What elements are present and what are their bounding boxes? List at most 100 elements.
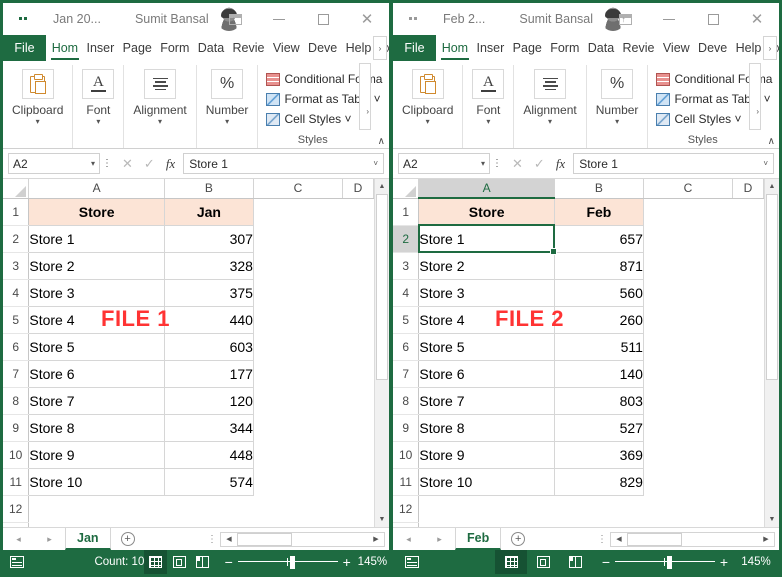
- row-header-12[interactable]: 12: [393, 495, 419, 522]
- column-header-d[interactable]: D: [342, 179, 373, 198]
- cell-c13[interactable]: [643, 522, 732, 527]
- column-header-a[interactable]: A: [29, 179, 165, 198]
- workbook-statistics-icon[interactable]: [3, 556, 30, 568]
- row-header-6[interactable]: 6: [3, 333, 29, 360]
- cell-c12[interactable]: [643, 495, 732, 522]
- chevron-down-icon[interactable]: ▾: [36, 118, 40, 126]
- grid[interactable]: A B C D 1 Store Feb 2 Store 1: [393, 179, 764, 527]
- cell-d12[interactable]: [342, 495, 373, 522]
- horizontal-scrollbar[interactable]: ◀ ▶: [220, 532, 385, 547]
- ribbon-group-number[interactable]: % Number ▾: [587, 65, 649, 148]
- tab-file[interactable]: File: [393, 35, 436, 61]
- cell-b7[interactable]: 140: [554, 360, 643, 387]
- row-header-8[interactable]: 8: [393, 387, 419, 414]
- zoom-level[interactable]: 145%: [733, 556, 779, 568]
- cell-a5[interactable]: Store 4: [419, 306, 555, 333]
- ribbon-scrollbar[interactable]: [359, 63, 371, 130]
- cell-c2[interactable]: [253, 225, 342, 252]
- sheet-tab-jan[interactable]: Jan: [65, 528, 111, 550]
- tab-data[interactable]: Data: [195, 35, 227, 61]
- ribbon-display-options-icon[interactable]: [213, 3, 257, 35]
- tab-home[interactable]: Hom: [439, 35, 471, 61]
- row-header-3[interactable]: 3: [3, 252, 29, 279]
- chevron-down-icon[interactable]: ▾: [615, 118, 619, 126]
- cell-d1[interactable]: [342, 198, 373, 225]
- cell-a1[interactable]: Store: [419, 198, 555, 225]
- row-header-11[interactable]: 11: [3, 468, 29, 495]
- cell-c11[interactable]: [253, 468, 342, 495]
- row-header-10[interactable]: 10: [393, 441, 419, 468]
- column-header-a[interactable]: A: [419, 179, 555, 198]
- split-handle-icon[interactable]: ⋮: [594, 534, 610, 545]
- cell-c10[interactable]: [643, 441, 732, 468]
- scroll-up-button[interactable]: ▲: [765, 179, 779, 194]
- cell-c5[interactable]: [643, 306, 732, 333]
- cell-c2[interactable]: [643, 225, 732, 252]
- cell-d8[interactable]: [732, 387, 763, 414]
- chevron-down-icon[interactable]: ▾: [548, 118, 552, 126]
- enter-icon[interactable]: ✓: [144, 156, 155, 172]
- collapse-ribbon-icon[interactable]: ∧: [768, 136, 775, 147]
- row-header-2[interactable]: 2: [393, 225, 419, 252]
- ribbon-group-font[interactable]: A Font ▾: [463, 65, 514, 148]
- zoom-slider-thumb[interactable]: [290, 556, 295, 569]
- row-header-9[interactable]: 9: [393, 414, 419, 441]
- account-name[interactable]: Sumit Bansal: [519, 12, 593, 26]
- tab-help[interactable]: Help: [733, 35, 764, 61]
- cell-b4[interactable]: 560: [554, 279, 643, 306]
- sheet-nav-arrows[interactable]: ◂ ▸: [3, 534, 65, 545]
- zoom-in-button[interactable]: +: [338, 555, 356, 569]
- quick-access-toolbar[interactable]: [3, 17, 43, 20]
- cell-a2[interactable]: Store 1: [29, 225, 165, 252]
- ribbon-scrollbar[interactable]: [749, 63, 761, 130]
- zoom-slider[interactable]: [615, 555, 715, 569]
- cell-a8[interactable]: Store 7: [419, 387, 555, 414]
- cell-d12[interactable]: [732, 495, 763, 522]
- cell-d4[interactable]: [342, 279, 373, 306]
- cell-b5[interactable]: 440: [164, 306, 253, 333]
- cell-d13[interactable]: [732, 522, 763, 527]
- cell-b3[interactable]: 328: [164, 252, 253, 279]
- cell-d7[interactable]: [342, 360, 373, 387]
- row-header-11[interactable]: 11: [393, 468, 419, 495]
- cancel-icon[interactable]: ✕: [512, 156, 523, 172]
- minimize-button[interactable]: [257, 3, 301, 35]
- tab-insert[interactable]: Inser: [84, 35, 117, 61]
- cell-b1[interactable]: Feb: [554, 198, 643, 225]
- cell-a12[interactable]: [29, 495, 165, 522]
- cell-a7[interactable]: Store 6: [419, 360, 555, 387]
- cell-b6[interactable]: 603: [164, 333, 253, 360]
- cell-d9[interactable]: [342, 414, 373, 441]
- add-sheet-button[interactable]: +: [111, 532, 145, 546]
- column-header-c[interactable]: C: [643, 179, 732, 198]
- tab-data[interactable]: Data: [585, 35, 617, 61]
- cell-b8[interactable]: 120: [164, 387, 253, 414]
- cell-b8[interactable]: 803: [554, 387, 643, 414]
- scroll-thumb[interactable]: [766, 194, 778, 380]
- tab-file[interactable]: File: [3, 35, 46, 61]
- scroll-up-button[interactable]: ▲: [375, 179, 389, 194]
- column-header-b[interactable]: B: [164, 179, 253, 198]
- ribbon-more-icon[interactable]: ›: [756, 107, 759, 116]
- cell-a5[interactable]: Store 4: [29, 306, 165, 333]
- cell-c11[interactable]: [643, 468, 732, 495]
- cell-a12[interactable]: [419, 495, 555, 522]
- scroll-track[interactable]: [765, 194, 779, 512]
- cell-a6[interactable]: Store 5: [29, 333, 165, 360]
- zoom-in-button[interactable]: +: [715, 555, 733, 569]
- cell-d7[interactable]: [732, 360, 763, 387]
- expand-formula-bar-icon[interactable]: ˅: [763, 159, 768, 168]
- cell-b2[interactable]: 307: [164, 225, 253, 252]
- row-header-9[interactable]: 9: [3, 414, 29, 441]
- chevron-down-icon[interactable]: ▾: [486, 118, 490, 126]
- collapse-ribbon-icon[interactable]: ∧: [378, 136, 385, 147]
- cell-b13[interactable]: [554, 522, 643, 527]
- sheet-tab-feb[interactable]: Feb: [455, 528, 501, 550]
- cell-styles-button[interactable]: Cell Styles ˅: [266, 109, 351, 129]
- scroll-thumb[interactable]: [376, 194, 388, 380]
- cell-d11[interactable]: [732, 468, 763, 495]
- row-header-4[interactable]: 4: [393, 279, 419, 306]
- split-handle-icon[interactable]: ⋮: [204, 534, 220, 545]
- page-layout-view-icon[interactable]: [527, 550, 559, 574]
- cell-b11[interactable]: 829: [554, 468, 643, 495]
